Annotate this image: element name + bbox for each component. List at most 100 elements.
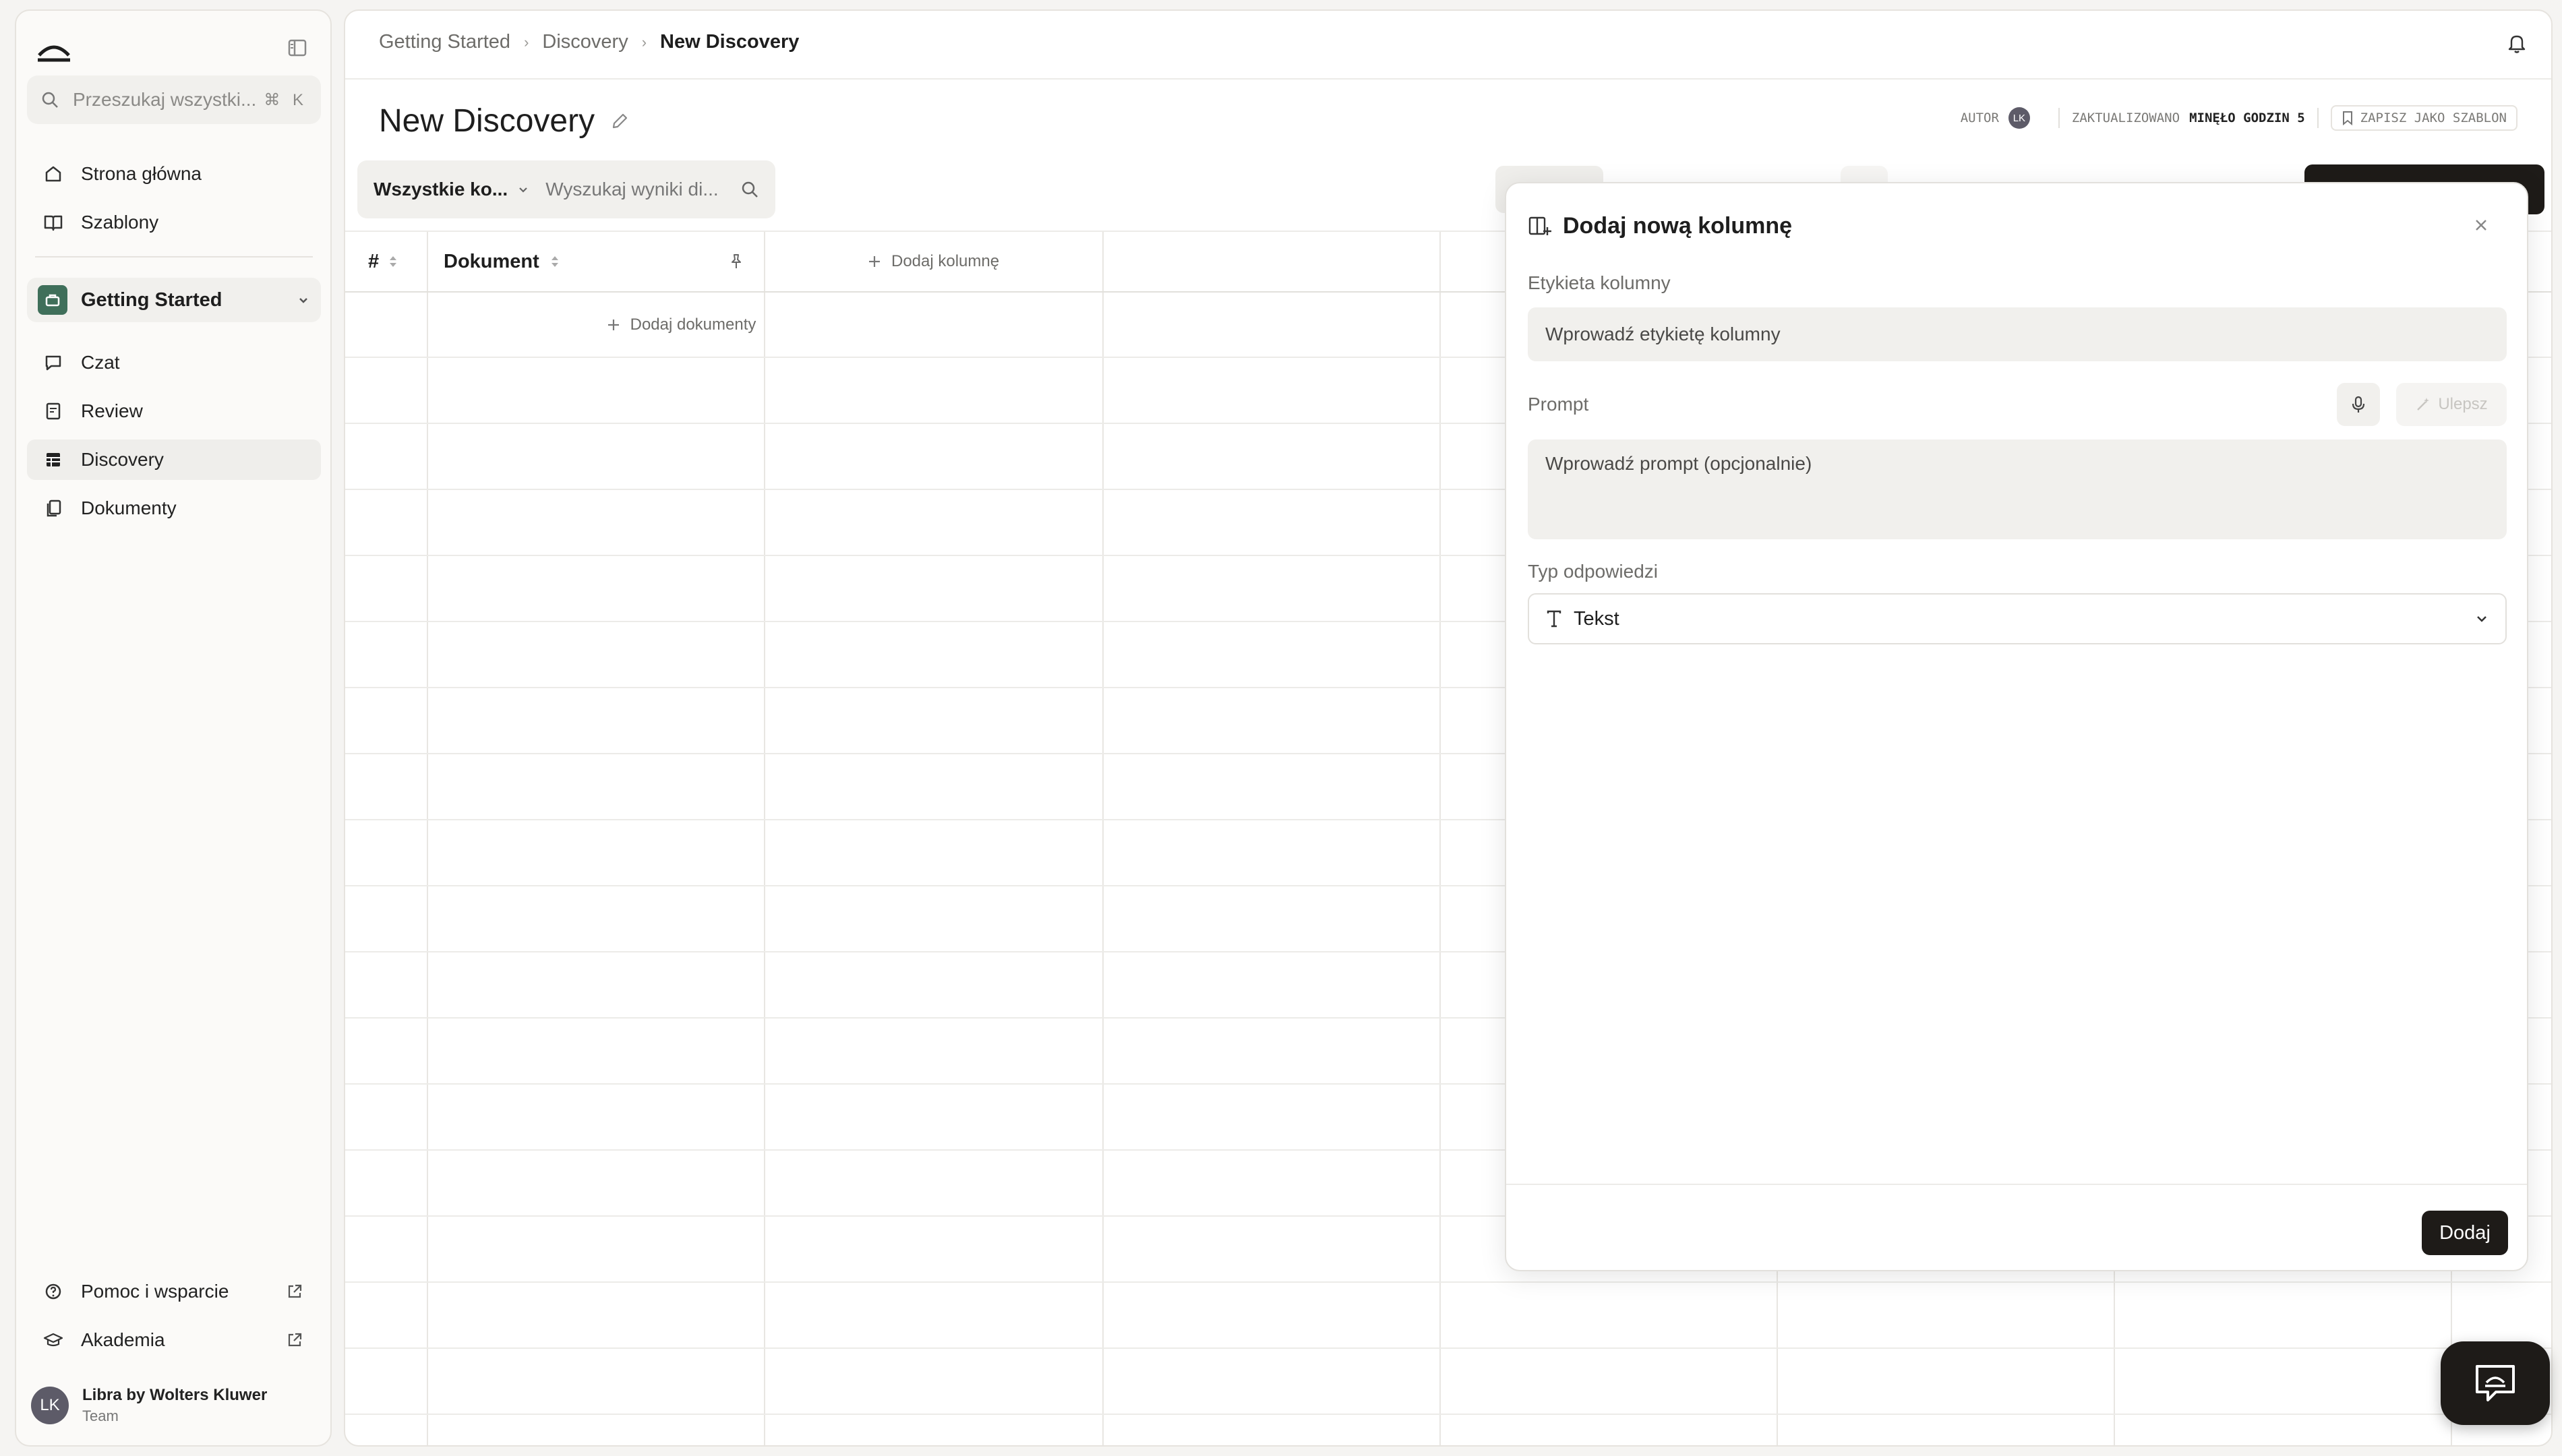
breadcrumb: Getting Started › Discovery › New Discov…: [379, 31, 799, 53]
page-title: New Discovery: [379, 103, 595, 139]
header-document[interactable]: Dokument: [444, 232, 761, 291]
sidebar-item-discovery[interactable]: Discovery: [27, 439, 321, 480]
pin-icon[interactable]: [728, 253, 744, 270]
author-avatar: LK: [2008, 107, 2030, 129]
sidebar: Przeszukaj wszystki... ⌘ K Strona główna…: [15, 9, 332, 1447]
breadcrumb-separator: ›: [641, 33, 647, 51]
updated-value: MINĘŁO GODZIN 5: [2189, 111, 2305, 125]
add-column-dialog: Dodaj nową kolumnę Etykieta kolumny Prom…: [1505, 182, 2528, 1271]
sidebar-item-documents[interactable]: Dokumenty: [27, 488, 321, 528]
column-label-input[interactable]: [1528, 307, 2507, 361]
chat-bubble-icon: [2472, 1362, 2519, 1404]
book-icon: [43, 212, 63, 233]
sidebar-item-label: Akademia: [81, 1329, 165, 1350]
page-title-wrap: New Discovery: [379, 102, 630, 140]
microphone-icon: [2351, 395, 2366, 414]
user-profile[interactable]: LK Libra by Wolters Kluwer Team: [31, 1386, 267, 1425]
project-name: Getting Started: [81, 289, 222, 311]
header-document-label: Dokument: [444, 250, 539, 272]
prompt-label: Prompt: [1528, 394, 1589, 415]
microphone-button[interactable]: [2337, 383, 2380, 426]
sidebar-item-home[interactable]: Strona główna: [27, 154, 321, 194]
response-type-select[interactable]: Tekst: [1528, 593, 2507, 644]
sidebar-collapse-icon[interactable]: [287, 38, 307, 58]
project-icon: [38, 285, 67, 315]
avatar: LK: [31, 1387, 69, 1424]
sidebar-divider: [35, 256, 313, 257]
magic-wand-icon: [2415, 396, 2438, 413]
sort-icon: [550, 253, 560, 270]
search-icon: [40, 90, 59, 109]
sidebar-item-label: Pomoc i wsparcie: [81, 1281, 229, 1302]
global-search[interactable]: Przeszukaj wszystki... ⌘ K: [27, 75, 321, 124]
table-icon: [43, 450, 63, 470]
add-column-label: Dodaj kolumnę: [891, 252, 1000, 270]
sidebar-item-label: Strona główna: [81, 163, 202, 184]
graduation-cap-icon: [43, 1330, 63, 1350]
sidebar-item-label: Czat: [81, 352, 120, 373]
dialog-header: Dodaj nową kolumnę: [1528, 213, 1792, 239]
edit-title-icon[interactable]: [595, 111, 630, 131]
libra-logo-icon[interactable]: [35, 36, 73, 63]
author-label: AUTOR: [1960, 111, 1999, 125]
improve-prompt-label: Ulepsz: [2438, 395, 2488, 413]
breadcrumb-current: New Discovery: [660, 31, 800, 53]
sidebar-item-help[interactable]: Pomoc i wsparcie: [27, 1271, 321, 1312]
add-column-icon: [1528, 215, 1563, 238]
sidebar-item-label: Discovery: [81, 449, 164, 470]
meta-divider: [2058, 108, 2060, 128]
plus-icon: [606, 317, 621, 332]
project-switcher[interactable]: Getting Started: [27, 278, 321, 322]
sidebar-item-label: Szablony: [81, 212, 159, 233]
filter-bar: Wszystkie ko... Wyszukaj wyniki di...: [357, 160, 775, 218]
header-index-label: #: [368, 250, 380, 272]
assistant-chat-button[interactable]: [2441, 1341, 2550, 1425]
page-meta: AUTOR LK ZAKTUALIZOWANO MINĘŁO GODZIN 5 …: [1961, 105, 2518, 131]
global-search-placeholder: Przeszukaj wszystki...: [73, 89, 257, 110]
text-type-icon: [1545, 609, 1563, 628]
sidebar-item-review[interactable]: Review: [27, 391, 321, 431]
add-documents-button[interactable]: Dodaj dokumenty: [512, 293, 850, 357]
column-label-label: Etykieta kolumny: [1528, 272, 1671, 293]
chevron-down-icon: [2474, 611, 2489, 626]
chat-icon: [43, 353, 63, 373]
documents-icon: [43, 498, 63, 518]
response-type-label: Typ odpowiedzi: [1528, 561, 1659, 582]
save-as-template-button[interactable]: ZAPISZ JAKO SZABLON: [2330, 105, 2518, 131]
sort-icon: [388, 253, 398, 270]
header-index[interactable]: #: [368, 232, 398, 291]
breadcrumb-separator: ›: [524, 33, 529, 51]
add-documents-label: Dodaj dokumenty: [630, 315, 756, 334]
dialog-footer-divider: [1506, 1184, 2527, 1185]
save-as-template-label: ZAPISZ JAKO SZABLON: [2360, 111, 2507, 125]
plus-icon: [867, 254, 882, 269]
improve-prompt-button[interactable]: Ulepsz: [2396, 383, 2507, 426]
external-link-icon: [286, 1283, 303, 1300]
help-icon: [43, 1281, 63, 1302]
chevron-down-icon: [297, 293, 310, 307]
add-column-header-button[interactable]: Dodaj kolumnę: [867, 232, 999, 291]
bookmark-icon: [2342, 111, 2360, 125]
add-button[interactable]: Dodaj: [2422, 1211, 2508, 1255]
search-icon[interactable]: [740, 180, 759, 199]
user-team: Team: [82, 1407, 119, 1424]
meta-divider: [2317, 108, 2319, 128]
response-type-value: Tekst: [1574, 607, 1619, 630]
column-filter-select[interactable]: Wszystkie ko...: [374, 179, 508, 200]
chevron-down-icon[interactable]: [517, 183, 529, 195]
breadcrumb-discovery[interactable]: Discovery: [542, 31, 628, 53]
review-icon: [43, 401, 63, 421]
sidebar-item-templates[interactable]: Szablony: [27, 202, 321, 243]
prompt-textarea[interactable]: [1528, 439, 2507, 539]
bell-icon[interactable]: [2507, 32, 2527, 54]
dialog-title: Dodaj nową kolumnę: [1563, 213, 1793, 239]
results-search-input[interactable]: Wyszukaj wyniki di...: [545, 179, 740, 200]
sidebar-item-label: Review: [81, 400, 143, 421]
sidebar-item-chat[interactable]: Czat: [27, 342, 321, 383]
close-icon[interactable]: [2473, 217, 2489, 233]
external-link-icon: [286, 1331, 303, 1349]
sidebar-item-academy[interactable]: Akademia: [27, 1320, 321, 1360]
updated-label: ZAKTUALIZOWANO: [2071, 111, 2180, 125]
search-shortcut: ⌘ K: [264, 90, 307, 109]
breadcrumb-getting-started[interactable]: Getting Started: [379, 31, 510, 53]
